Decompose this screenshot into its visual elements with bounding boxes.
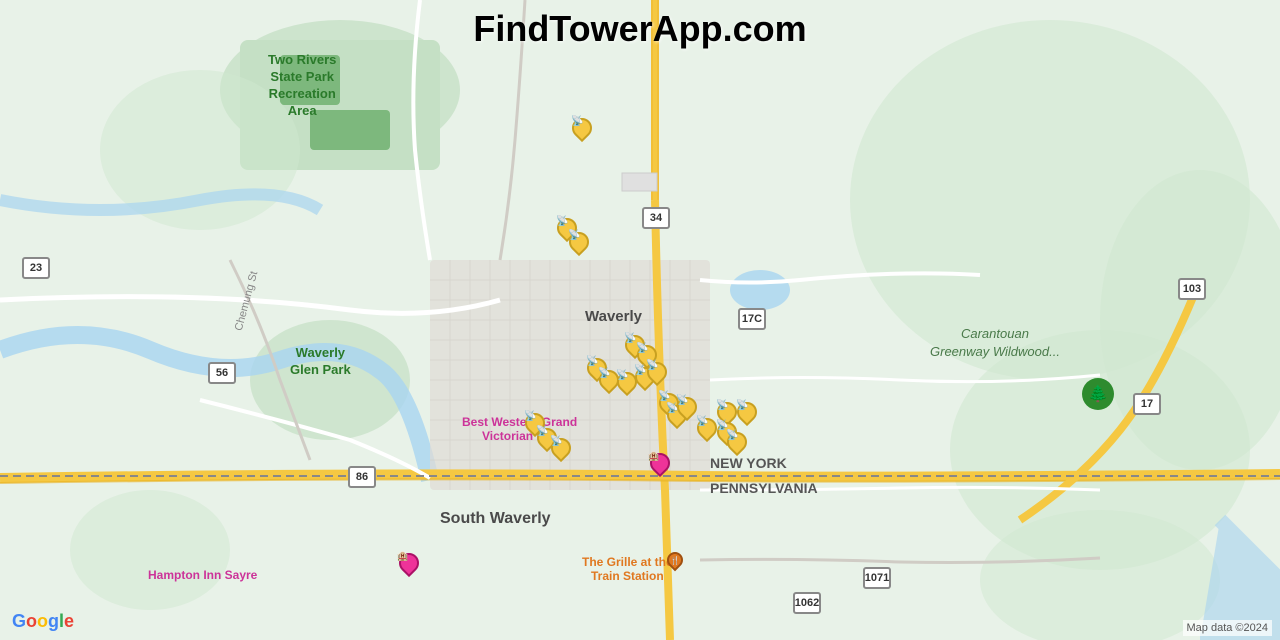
route-shield-103: 103 [1178, 278, 1206, 300]
route-shield-34: 34 [642, 207, 670, 229]
label-pennsylvania: PENNSYLVANIA [710, 480, 818, 496]
tower-pin-1[interactable] [569, 118, 591, 146]
route-shield-1062: 1062 [793, 592, 821, 614]
route-shield-23: 23 [22, 257, 50, 279]
tower-pin-3[interactable] [566, 232, 588, 260]
tower-pin-10[interactable] [644, 362, 666, 390]
hotel-pin-2[interactable] [396, 553, 418, 581]
route-shield-17: 17 [1133, 393, 1161, 415]
tower-pin-18[interactable] [694, 418, 716, 446]
route-shield-86: 86 [348, 466, 376, 488]
map-container[interactable]: FindTowerApp.com 23 56 34 17C 103 17 86 … [0, 0, 1280, 640]
restaurant-pin[interactable]: 🍴 [664, 552, 686, 580]
route-shield-17c: 17C [738, 308, 766, 330]
tower-pin-13[interactable] [548, 438, 570, 466]
site-title: FindTowerApp.com [473, 8, 806, 50]
tower-pin-16[interactable] [674, 397, 696, 425]
hotel-pin-1[interactable] [647, 453, 669, 481]
label-new-york: NEW YORK [710, 455, 787, 471]
tower-pin-21[interactable] [734, 402, 756, 430]
route-shield-56: 56 [208, 362, 236, 384]
tower-pin-20[interactable] [724, 432, 746, 460]
map-data-label: Map data ©2024 [1183, 620, 1273, 636]
green-landmark-pin[interactable]: 🌲 [1082, 378, 1114, 410]
route-shield-1071: 1071 [863, 567, 891, 589]
google-logo: Google [12, 611, 74, 632]
